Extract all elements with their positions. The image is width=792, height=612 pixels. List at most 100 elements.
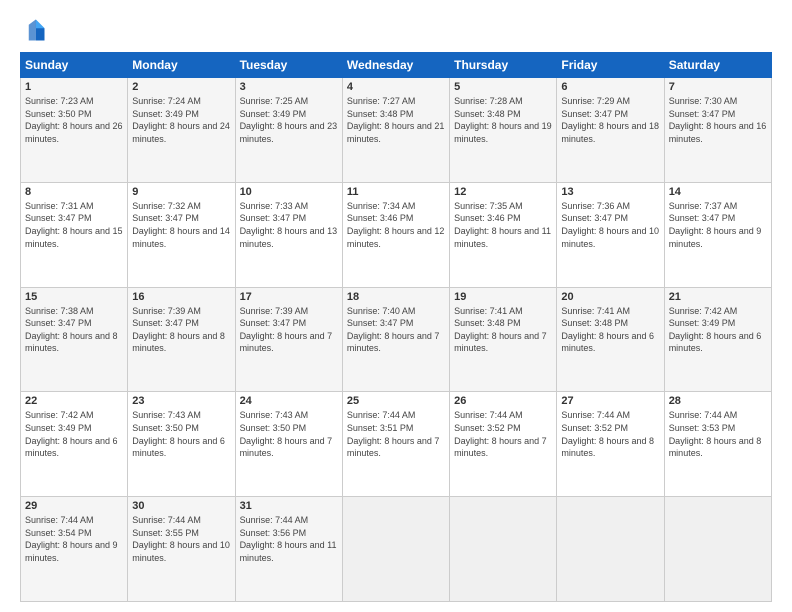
col-header-wednesday: Wednesday	[342, 53, 449, 78]
calendar-cell: 4 Sunrise: 7:27 AMSunset: 3:48 PMDaylight…	[342, 78, 449, 183]
calendar-cell	[664, 497, 771, 602]
day-info: Sunrise: 7:44 AMSunset: 3:56 PMDaylight:…	[240, 514, 338, 564]
day-info: Sunrise: 7:23 AMSunset: 3:50 PMDaylight:…	[25, 95, 123, 145]
day-number: 19	[454, 291, 552, 303]
calendar-cell: 23 Sunrise: 7:43 AMSunset: 3:50 PMDayligh…	[128, 392, 235, 497]
calendar-cell: 9Sunrise: 7:32 AMSunset: 3:47 PMDaylight…	[128, 182, 235, 287]
calendar-week-2: 8 Sunrise: 7:31 AMSunset: 3:47 PMDaylight…	[21, 182, 772, 287]
day-info: Sunrise: 7:44 AMSunset: 3:51 PMDaylight:…	[347, 409, 445, 459]
col-header-sunday: Sunday	[21, 53, 128, 78]
day-number: 17	[240, 291, 338, 303]
day-number: 28	[669, 395, 767, 407]
day-info: Sunrise: 7:44 AMSunset: 3:52 PMDaylight:…	[561, 409, 659, 459]
calendar-cell: 24 Sunrise: 7:43 AMSunset: 3:50 PMDayligh…	[235, 392, 342, 497]
day-number: 14	[669, 186, 767, 198]
calendar-cell: 2 Sunrise: 7:24 AMSunset: 3:49 PMDaylight…	[128, 78, 235, 183]
day-info: Sunrise: 7:29 AMSunset: 3:47 PMDaylight:…	[561, 95, 659, 145]
header	[20, 16, 772, 44]
calendar-cell: 7 Sunrise: 7:30 AMSunset: 3:47 PMDaylight…	[664, 78, 771, 183]
day-number: 12	[454, 186, 552, 198]
day-info: Sunrise: 7:39 AMSunset: 3:47 PMDaylight:…	[240, 305, 338, 355]
day-info: Sunrise: 7:41 AMSunset: 3:48 PMDaylight:…	[454, 305, 552, 355]
calendar-cell: 11Sunrise: 7:34 AMSunset: 3:46 PMDayligh…	[342, 182, 449, 287]
day-info: Sunrise: 7:40 AMSunset: 3:47 PMDaylight:…	[347, 305, 445, 355]
logo	[20, 16, 52, 44]
day-info: Sunrise: 7:42 AMSunset: 3:49 PMDaylight:…	[25, 409, 123, 459]
day-number: 21	[669, 291, 767, 303]
day-info: Sunrise: 7:27 AMSunset: 3:48 PMDaylight:…	[347, 95, 445, 145]
day-info: Sunrise: 7:37 AMSunset: 3:47 PMDaylight:…	[669, 200, 767, 250]
day-info: Sunrise: 7:38 AMSunset: 3:47 PMDaylight:…	[25, 305, 123, 355]
calendar-cell: 27 Sunrise: 7:44 AMSunset: 3:52 PMDayligh…	[557, 392, 664, 497]
calendar-cell: 29Sunrise: 7:44 AMSunset: 3:54 PMDayligh…	[21, 497, 128, 602]
day-number: 2	[132, 81, 230, 93]
calendar-cell: 17 Sunrise: 7:39 AMSunset: 3:47 PMDayligh…	[235, 287, 342, 392]
calendar-cell: 6 Sunrise: 7:29 AMSunset: 3:47 PMDaylight…	[557, 78, 664, 183]
day-info: Sunrise: 7:36 AMSunset: 3:47 PMDaylight:…	[561, 200, 659, 250]
calendar-cell: 20 Sunrise: 7:41 AMSunset: 3:48 PMDayligh…	[557, 287, 664, 392]
col-header-thursday: Thursday	[450, 53, 557, 78]
day-info: Sunrise: 7:41 AMSunset: 3:48 PMDaylight:…	[561, 305, 659, 355]
day-number: 18	[347, 291, 445, 303]
day-number: 7	[669, 81, 767, 93]
day-number: 13	[561, 186, 659, 198]
calendar-cell: 25 Sunrise: 7:44 AMSunset: 3:51 PMDayligh…	[342, 392, 449, 497]
calendar-cell: 19 Sunrise: 7:41 AMSunset: 3:48 PMDayligh…	[450, 287, 557, 392]
calendar-cell: 15 Sunrise: 7:38 AMSunset: 3:47 PMDayligh…	[21, 287, 128, 392]
day-number: 15	[25, 291, 123, 303]
calendar-week-4: 22Sunrise: 7:42 AMSunset: 3:49 PMDayligh…	[21, 392, 772, 497]
day-info: Sunrise: 7:24 AMSunset: 3:49 PMDaylight:…	[132, 95, 230, 145]
day-info: Sunrise: 7:44 AMSunset: 3:55 PMDaylight:…	[132, 514, 230, 564]
day-info: Sunrise: 7:43 AMSunset: 3:50 PMDaylight:…	[240, 409, 338, 459]
calendar-cell	[450, 497, 557, 602]
calendar-header-row: SundayMondayTuesdayWednesdayThursdayFrid…	[21, 53, 772, 78]
day-number: 25	[347, 395, 445, 407]
day-number: 8	[25, 186, 123, 198]
day-info: Sunrise: 7:25 AMSunset: 3:49 PMDaylight:…	[240, 95, 338, 145]
page: SundayMondayTuesdayWednesdayThursdayFrid…	[0, 0, 792, 612]
day-number: 24	[240, 395, 338, 407]
calendar-cell: 3 Sunrise: 7:25 AMSunset: 3:49 PMDaylight…	[235, 78, 342, 183]
calendar-cell: 5 Sunrise: 7:28 AMSunset: 3:48 PMDaylight…	[450, 78, 557, 183]
calendar-cell: 8 Sunrise: 7:31 AMSunset: 3:47 PMDaylight…	[21, 182, 128, 287]
day-number: 23	[132, 395, 230, 407]
day-info: Sunrise: 7:32 AMSunset: 3:47 PMDaylight:…	[132, 200, 230, 250]
calendar-cell: 10 Sunrise: 7:33 AMSunset: 3:47 PMDayligh…	[235, 182, 342, 287]
col-header-saturday: Saturday	[664, 53, 771, 78]
day-info: Sunrise: 7:43 AMSunset: 3:50 PMDaylight:…	[132, 409, 230, 459]
day-info: Sunrise: 7:33 AMSunset: 3:47 PMDaylight:…	[240, 200, 338, 250]
calendar-cell: 31 Sunrise: 7:44 AMSunset: 3:56 PMDayligh…	[235, 497, 342, 602]
day-info: Sunrise: 7:35 AMSunset: 3:46 PMDaylight:…	[454, 200, 552, 250]
day-info: Sunrise: 7:44 AMSunset: 3:53 PMDaylight:…	[669, 409, 767, 459]
day-number: 4	[347, 81, 445, 93]
day-info: Sunrise: 7:44 AMSunset: 3:52 PMDaylight:…	[454, 409, 552, 459]
calendar-table: SundayMondayTuesdayWednesdayThursdayFrid…	[20, 52, 772, 602]
calendar-cell: 22Sunrise: 7:42 AMSunset: 3:49 PMDayligh…	[21, 392, 128, 497]
day-number: 5	[454, 81, 552, 93]
calendar-cell	[342, 497, 449, 602]
calendar-cell: 1Sunrise: 7:23 AMSunset: 3:50 PMDaylight…	[21, 78, 128, 183]
calendar-cell: 13 Sunrise: 7:36 AMSunset: 3:47 PMDayligh…	[557, 182, 664, 287]
day-info: Sunrise: 7:28 AMSunset: 3:48 PMDaylight:…	[454, 95, 552, 145]
day-number: 20	[561, 291, 659, 303]
calendar-cell: 28 Sunrise: 7:44 AMSunset: 3:53 PMDayligh…	[664, 392, 771, 497]
day-number: 3	[240, 81, 338, 93]
calendar-cell: 26 Sunrise: 7:44 AMSunset: 3:52 PMDayligh…	[450, 392, 557, 497]
day-number: 30	[132, 500, 230, 512]
day-info: Sunrise: 7:30 AMSunset: 3:47 PMDaylight:…	[669, 95, 767, 145]
day-info: Sunrise: 7:39 AMSunset: 3:47 PMDaylight:…	[132, 305, 230, 355]
calendar-week-3: 15 Sunrise: 7:38 AMSunset: 3:47 PMDayligh…	[21, 287, 772, 392]
calendar-cell: 30 Sunrise: 7:44 AMSunset: 3:55 PMDayligh…	[128, 497, 235, 602]
calendar-cell: 21 Sunrise: 7:42 AMSunset: 3:49 PMDayligh…	[664, 287, 771, 392]
calendar-cell: 18 Sunrise: 7:40 AMSunset: 3:47 PMDayligh…	[342, 287, 449, 392]
day-info: Sunrise: 7:42 AMSunset: 3:49 PMDaylight:…	[669, 305, 767, 355]
day-info: Sunrise: 7:44 AMSunset: 3:54 PMDaylight:…	[25, 514, 123, 564]
logo-icon	[20, 16, 48, 44]
day-number: 27	[561, 395, 659, 407]
day-info: Sunrise: 7:31 AMSunset: 3:47 PMDaylight:…	[25, 200, 123, 250]
day-number: 6	[561, 81, 659, 93]
day-number: 10	[240, 186, 338, 198]
day-number: 16	[132, 291, 230, 303]
day-number: 26	[454, 395, 552, 407]
day-number: 31	[240, 500, 338, 512]
